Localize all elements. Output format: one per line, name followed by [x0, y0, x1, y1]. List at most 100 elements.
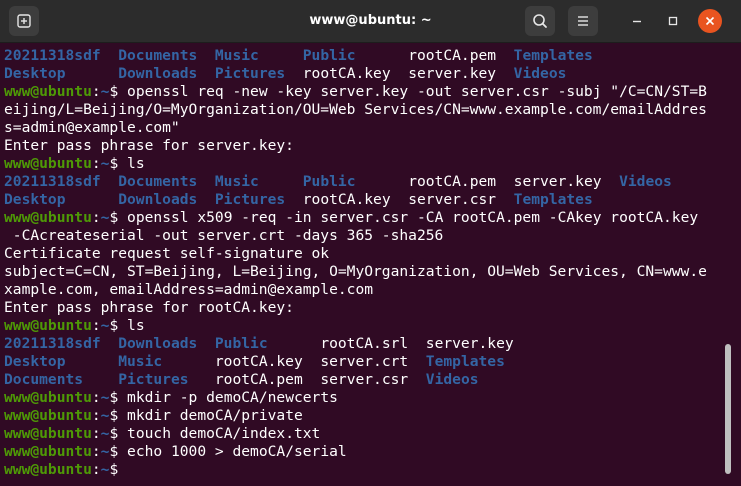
prompt-symbol: $: [109, 443, 128, 460]
prompt-user: www@ubuntu: [4, 209, 92, 226]
maximize-icon: [668, 16, 678, 26]
prompt-user: www@ubuntu: [4, 407, 92, 424]
column-spacer: [408, 353, 426, 370]
directory-entry: Pictures: [214, 191, 286, 208]
ls-output-line: Desktop Downloads Pictures rootCA.key se…: [4, 191, 729, 209]
prompt-symbol: $: [109, 425, 128, 442]
search-button[interactable]: [525, 6, 555, 36]
column-spacer: [602, 173, 620, 190]
file-entry: rootCA.key: [302, 191, 391, 208]
search-icon: [533, 14, 547, 28]
directory-entry: Pictures: [118, 371, 189, 388]
column-spacer: [197, 47, 215, 64]
prompt-line: www@ubuntu:~$ ls: [4, 155, 729, 173]
prompt-separator: :: [91, 155, 101, 172]
column-spacer: [496, 191, 514, 208]
prompt-symbol: $: [109, 317, 128, 334]
column-spacer: [355, 173, 408, 190]
column-spacer: [303, 353, 321, 370]
directory-entry: Public: [302, 47, 356, 64]
column-spacer: [101, 47, 119, 64]
prompt-user: www@ubuntu: [4, 461, 92, 478]
file-entry: rootCA.pem: [408, 173, 497, 190]
column-spacer: [101, 335, 119, 352]
column-spacer: [391, 65, 409, 82]
file-entry: server.crt: [320, 353, 409, 370]
menu-button[interactable]: [568, 6, 598, 36]
column-spacer: [285, 65, 303, 82]
column-spacer: [285, 191, 303, 208]
file-entry: rootCA.pem: [214, 371, 303, 388]
command-text: mkdir -p demoCA/newcerts: [127, 389, 338, 406]
scrollbar-thumb[interactable]: [725, 344, 731, 474]
command-text: openssl req -new -key server.key -out se…: [127, 83, 707, 100]
file-entry: rootCA.key: [214, 353, 303, 370]
directory-entry: 20211318sdf: [4, 335, 101, 352]
terminal-output[interactable]: 20211318sdf Documents Music Public rootC…: [4, 47, 729, 479]
directory-entry: Music: [214, 47, 259, 64]
prompt-separator: :: [91, 209, 101, 226]
file-entry: server.key: [408, 65, 497, 82]
output-line: Enter pass phrase for rootCA.key:: [4, 299, 294, 316]
ls-output-line: Documents Pictures rootCA.pem server.csr…: [4, 371, 729, 389]
prompt-separator: :: [91, 407, 101, 424]
prompt-line: www@ubuntu:~$ openssl x509 -req -in serv…: [4, 209, 729, 227]
column-spacer: [496, 173, 514, 190]
output-line: eijing/L=Beijing/O=MyOrganization/OU=Web…: [4, 101, 707, 118]
minimize-button[interactable]: [625, 9, 649, 33]
directory-entry: Templates: [513, 47, 593, 64]
directory-entry: Music: [214, 173, 259, 190]
column-spacer: [197, 173, 215, 190]
column-spacer: [496, 47, 514, 64]
column-spacer: [408, 371, 426, 388]
file-entry: server.key: [513, 173, 602, 190]
column-spacer: [355, 47, 408, 64]
directory-entry: Documents: [118, 47, 198, 64]
minimize-icon: [633, 20, 641, 23]
prompt-line: www@ubuntu:~$ touch demoCA/index.txt: [4, 425, 729, 443]
output-line: Certificate request self-signature ok: [4, 245, 330, 262]
maximize-button[interactable]: [661, 9, 685, 33]
directory-entry: Documents: [4, 371, 84, 388]
hamburger-menu-icon: [578, 16, 588, 26]
column-spacer: [496, 65, 514, 82]
column-spacer: [259, 47, 303, 64]
prompt-user: www@ubuntu: [4, 317, 92, 334]
ls-output-line: 20211318sdf Documents Music Public rootC…: [4, 173, 729, 191]
prompt-separator: :: [91, 317, 101, 334]
output-line: s=admin@example.com": [4, 119, 180, 136]
directory-entry: Videos: [513, 65, 567, 82]
directory-entry: Videos: [619, 173, 672, 190]
column-spacer: [391, 191, 409, 208]
output-line: Enter pass phrase for server.key:: [4, 137, 294, 154]
prompt-symbol: $: [109, 461, 128, 478]
directory-entry: Desktop: [4, 353, 66, 370]
directory-entry: Downloads: [118, 335, 198, 352]
column-spacer: [197, 191, 215, 208]
prompt-separator: :: [91, 83, 101, 100]
directory-entry: Templates: [425, 353, 505, 370]
column-spacer: [101, 173, 119, 190]
prompt-user: www@ubuntu: [4, 83, 92, 100]
ls-output-line: 20211318sdf Documents Music Public rootC…: [4, 47, 729, 65]
ls-output-line: Desktop Music rootCA.key server.crt Temp…: [4, 353, 729, 371]
prompt-user: www@ubuntu: [4, 389, 92, 406]
prompt-symbol: $: [109, 83, 128, 100]
close-button[interactable]: [698, 9, 722, 33]
prompt-user: www@ubuntu: [4, 443, 92, 460]
title-bar[interactable]: www@ubuntu: ~: [0, 0, 741, 43]
column-spacer: [303, 371, 321, 388]
prompt-symbol: $: [109, 209, 128, 226]
prompt-symbol: $: [109, 389, 128, 406]
directory-entry: 20211318sdf: [4, 47, 101, 64]
command-text: ls: [127, 155, 145, 172]
terminal-window: www@ubuntu: ~ 20211318sdf Documents Musi…: [0, 0, 741, 486]
file-entry: server.csr: [408, 191, 497, 208]
directory-entry: Desktop: [4, 65, 66, 82]
column-spacer: [162, 353, 215, 370]
prompt-separator: :: [91, 389, 101, 406]
prompt-line: www@ubuntu:~$: [4, 461, 729, 479]
file-entry: rootCA.srl: [320, 335, 409, 352]
output-line: -CAcreateserial -out server.crt -days 36…: [4, 227, 444, 244]
column-spacer: [197, 65, 215, 82]
